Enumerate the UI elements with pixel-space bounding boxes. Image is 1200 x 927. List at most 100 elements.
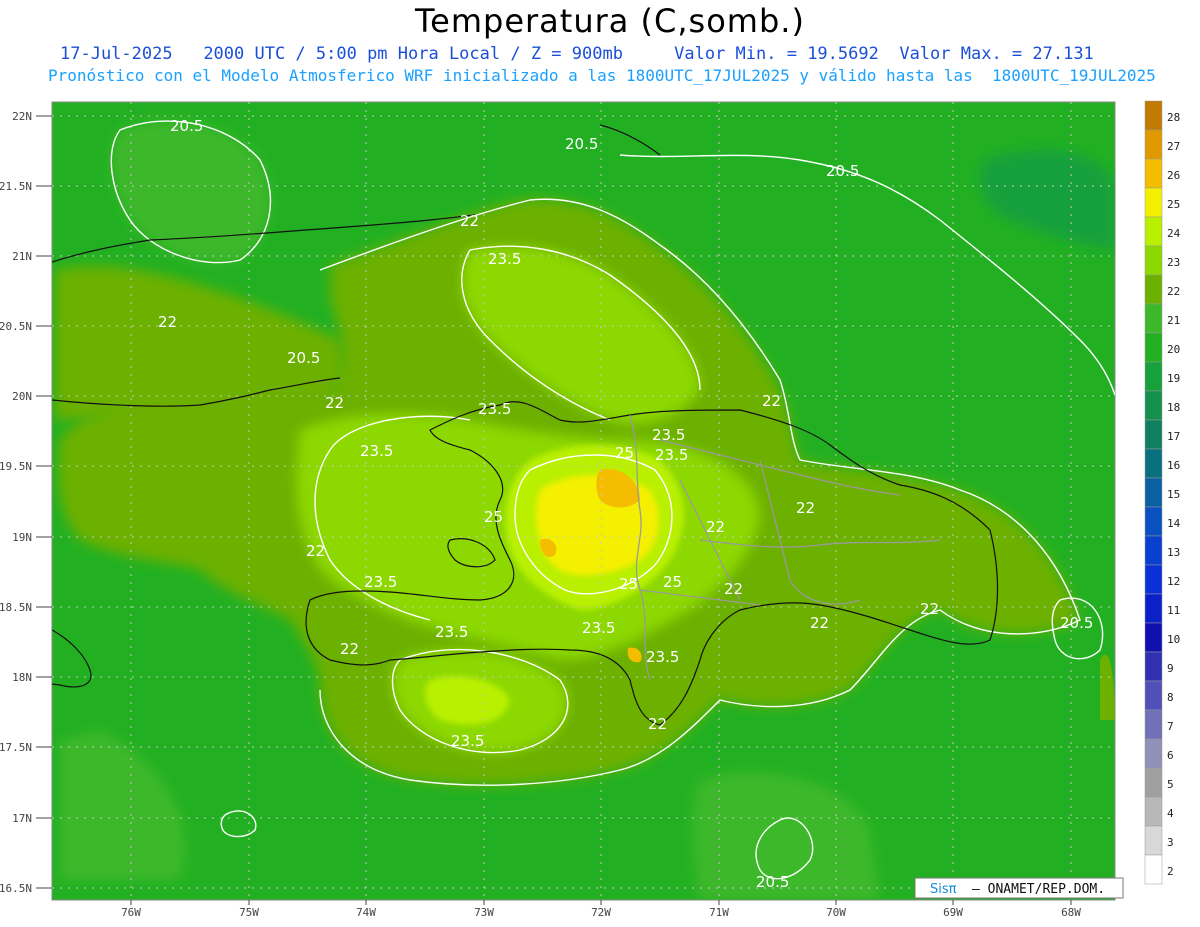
contour-label: 23.5 bbox=[360, 442, 393, 460]
colorbar-swatch bbox=[1144, 274, 1163, 305]
colorbar-label: 10 bbox=[1167, 633, 1180, 646]
lat-axis: 22N 21.5N 21N 20.5N 20N 19.5N 19N 18.5N … bbox=[0, 110, 32, 895]
contour-label: 22 bbox=[325, 394, 344, 412]
colorbar-swatch bbox=[1144, 651, 1163, 682]
colorbar-label: 22 bbox=[1167, 285, 1180, 298]
lat-ticks bbox=[36, 115, 52, 889]
lon-label: 69W bbox=[943, 906, 963, 919]
lat-label: 19.5N bbox=[0, 460, 32, 473]
contour-label: 22 bbox=[920, 600, 939, 618]
lat-label: 18.5N bbox=[0, 601, 32, 614]
contour-label: 23.5 bbox=[451, 732, 484, 750]
colorbar-swatch bbox=[1144, 390, 1163, 421]
contour-label: 22 bbox=[810, 614, 829, 632]
contour-label: 20.5 bbox=[826, 162, 859, 180]
contour-label: 22 bbox=[306, 542, 325, 560]
contour-label: 22 bbox=[158, 313, 177, 331]
contour-label: 23.5 bbox=[582, 619, 615, 637]
contour-label: 22 bbox=[706, 518, 725, 536]
colorbar-label: 23 bbox=[1167, 256, 1180, 269]
lon-label: 73W bbox=[474, 906, 494, 919]
contour-label: 23.5 bbox=[364, 573, 397, 591]
colorbar-swatch bbox=[1144, 564, 1163, 595]
lat-label: 18N bbox=[12, 671, 32, 684]
lon-ticks bbox=[130, 900, 1072, 905]
contour-label: 23.5 bbox=[488, 250, 521, 268]
credit-box: Sisπ – ONAMET/REP.DOM. bbox=[914, 877, 1124, 899]
colorbar-label: 7 bbox=[1167, 720, 1174, 733]
contour-label: 22 bbox=[796, 499, 815, 517]
colorbar-label: 17 bbox=[1167, 430, 1180, 443]
lat-label: 17.5N bbox=[0, 741, 32, 754]
colorbar-label: 16 bbox=[1167, 459, 1180, 472]
colorbar-swatch bbox=[1144, 129, 1163, 160]
colorbar-label: 27 bbox=[1167, 140, 1180, 153]
colorbar-label: 12 bbox=[1167, 575, 1180, 588]
colorbar-swatch bbox=[1144, 158, 1163, 189]
colorbar-swatch bbox=[1144, 622, 1163, 653]
lat-label: 19N bbox=[12, 531, 32, 544]
colorbar-label: 18 bbox=[1167, 401, 1180, 414]
contour-label: 25 bbox=[615, 444, 634, 462]
colorbar-label: 9 bbox=[1167, 662, 1174, 675]
lat-label: 20N bbox=[12, 390, 32, 403]
colorbar-swatch bbox=[1144, 825, 1163, 856]
contour-label: 22 bbox=[762, 392, 781, 410]
colorbar-label: 8 bbox=[1167, 691, 1174, 704]
sispi-logo: Sisπ bbox=[930, 882, 957, 897]
contour-label: 23.5 bbox=[478, 400, 511, 418]
lon-axis: 76W 75W 74W 73W 72W 71W 70W 69W 68W bbox=[121, 906, 1081, 919]
colorbar-label: 2 bbox=[1167, 865, 1174, 878]
colorbar-swatch bbox=[1144, 187, 1163, 218]
contour-label: 22 bbox=[340, 640, 359, 658]
colorbar-swatch bbox=[1144, 767, 1163, 798]
lat-label: 22N bbox=[12, 110, 32, 123]
colorbar-swatch bbox=[1144, 216, 1163, 247]
contour-label: 22 bbox=[724, 580, 743, 598]
contour-label: 20.5 bbox=[170, 117, 203, 135]
lon-label: 72W bbox=[591, 906, 611, 919]
colorbar-label: 20 bbox=[1167, 343, 1180, 356]
lat-label: 17N bbox=[12, 812, 32, 825]
colorbar-swatch bbox=[1144, 535, 1163, 566]
colorbar-label: 19 bbox=[1167, 372, 1180, 385]
colorbar-swatch bbox=[1144, 448, 1163, 479]
lat-label: 21N bbox=[12, 250, 32, 263]
contour-label: 20.5 bbox=[1060, 614, 1093, 632]
contour-label: 23.5 bbox=[655, 446, 688, 464]
lat-label: 20.5N bbox=[0, 320, 32, 333]
colorbar-label: 25 bbox=[1167, 198, 1180, 211]
colorbar-swatch bbox=[1144, 738, 1163, 769]
colorbar-swatch bbox=[1144, 709, 1163, 740]
colorbar-swatch bbox=[1144, 796, 1163, 827]
colorbar-label: 3 bbox=[1167, 836, 1174, 849]
lon-label: 75W bbox=[239, 906, 259, 919]
colorbar-swatch bbox=[1144, 506, 1163, 537]
colorbar-swatch bbox=[1144, 477, 1163, 508]
colorbar-swatch bbox=[1144, 854, 1163, 885]
colorbar-label: 5 bbox=[1167, 778, 1174, 791]
contour-label: 25 bbox=[663, 573, 682, 591]
contour-label: 22 bbox=[648, 715, 667, 733]
colorbar-swatch bbox=[1144, 419, 1163, 450]
colorbar-label: 21 bbox=[1167, 314, 1180, 327]
lon-label: 76W bbox=[121, 906, 141, 919]
credit-text: – ONAMET/REP.DOM. bbox=[972, 882, 1105, 897]
contour-label: 25 bbox=[619, 575, 638, 593]
colorbar-label: 4 bbox=[1167, 807, 1174, 820]
colorbar-swatch bbox=[1144, 361, 1163, 392]
colorbar-swatch bbox=[1144, 245, 1163, 276]
contour-label: 20.5 bbox=[565, 135, 598, 153]
contour-label: 20.5 bbox=[287, 349, 320, 367]
colorbar-label: 24 bbox=[1167, 227, 1181, 240]
colorbar-label: 14 bbox=[1167, 517, 1181, 530]
lon-label: 68W bbox=[1061, 906, 1081, 919]
temperature-map: 20.5 20.5 20.5 20.5 20.5 20.5 22 22 22 2… bbox=[0, 100, 1181, 919]
contour-label: 20.5 bbox=[756, 873, 789, 891]
colorbar-label: 28 bbox=[1167, 111, 1180, 124]
colorbar-swatch bbox=[1144, 680, 1163, 711]
colorbar-label: 15 bbox=[1167, 488, 1180, 501]
lon-label: 71W bbox=[709, 906, 729, 919]
colorbar-swatch bbox=[1144, 303, 1163, 334]
colorbar-label: 13 bbox=[1167, 546, 1180, 559]
